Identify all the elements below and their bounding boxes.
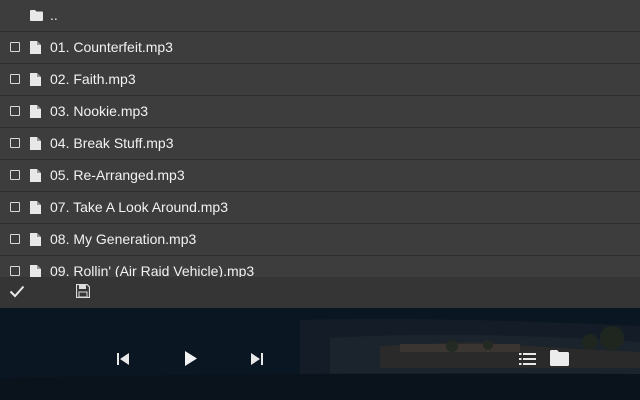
check-icon[interactable] [9, 284, 25, 298]
file-icon [30, 233, 41, 246]
file-name: 08. My Generation.mp3 [50, 231, 197, 247]
file-row[interactable]: 07. Take A Look Around.mp3 [0, 192, 640, 224]
file-icon [30, 265, 41, 277]
background-scenery-image [0, 308, 640, 400]
file-name: 09. Rollin' (Air Raid Vehicle).mp3 [50, 263, 255, 277]
selection-action-bar [0, 277, 640, 308]
file-name: 03. Nookie.mp3 [50, 103, 149, 119]
play-icon[interactable] [185, 351, 197, 366]
save-icon[interactable] [76, 284, 90, 298]
file-checkbox[interactable] [10, 202, 20, 212]
file-icon [30, 41, 41, 54]
file-name: 07. Take A Look Around.mp3 [50, 199, 228, 215]
file-checkbox[interactable] [10, 170, 20, 180]
file-row[interactable]: 02. Faith.mp3 [0, 64, 640, 96]
file-icon [30, 201, 41, 214]
playlist-icon[interactable] [519, 353, 536, 365]
player-bar [0, 308, 640, 400]
file-row[interactable]: 04. Break Stuff.mp3 [0, 128, 640, 160]
file-row[interactable]: 05. Re-Arranged.mp3 [0, 160, 640, 192]
skip-previous-icon[interactable] [117, 353, 129, 365]
skip-next-icon[interactable] [251, 353, 263, 365]
file-checkbox[interactable] [10, 266, 20, 276]
file-row[interactable]: 03. Nookie.mp3 [0, 96, 640, 128]
file-row[interactable]: 09. Rollin' (Air Raid Vehicle).mp3 [0, 256, 640, 277]
file-icon [30, 169, 41, 182]
file-name: 02. Faith.mp3 [50, 71, 136, 87]
file-name: 01. Counterfeit.mp3 [50, 39, 173, 55]
file-icon [30, 137, 41, 150]
file-checkbox[interactable] [10, 106, 20, 116]
file-icon [30, 73, 41, 86]
file-checkbox[interactable] [10, 42, 20, 52]
file-row[interactable]: 08. My Generation.mp3 [0, 224, 640, 256]
file-checkbox[interactable] [10, 138, 20, 148]
file-checkbox[interactable] [10, 74, 20, 84]
file-icon [30, 105, 41, 118]
file-list: .. 01. Counterfeit.mp3 02. Faith.mp3 03.… [0, 0, 640, 277]
parent-folder-label: .. [50, 7, 58, 23]
file-name: 04. Break Stuff.mp3 [50, 135, 174, 151]
folder-icon [30, 10, 43, 21]
folder-icon[interactable] [550, 350, 569, 366]
file-row[interactable]: 01. Counterfeit.mp3 [0, 32, 640, 64]
file-name: 05. Re-Arranged.mp3 [50, 167, 185, 183]
parent-folder-row[interactable]: .. [0, 0, 640, 32]
file-checkbox[interactable] [10, 234, 20, 244]
